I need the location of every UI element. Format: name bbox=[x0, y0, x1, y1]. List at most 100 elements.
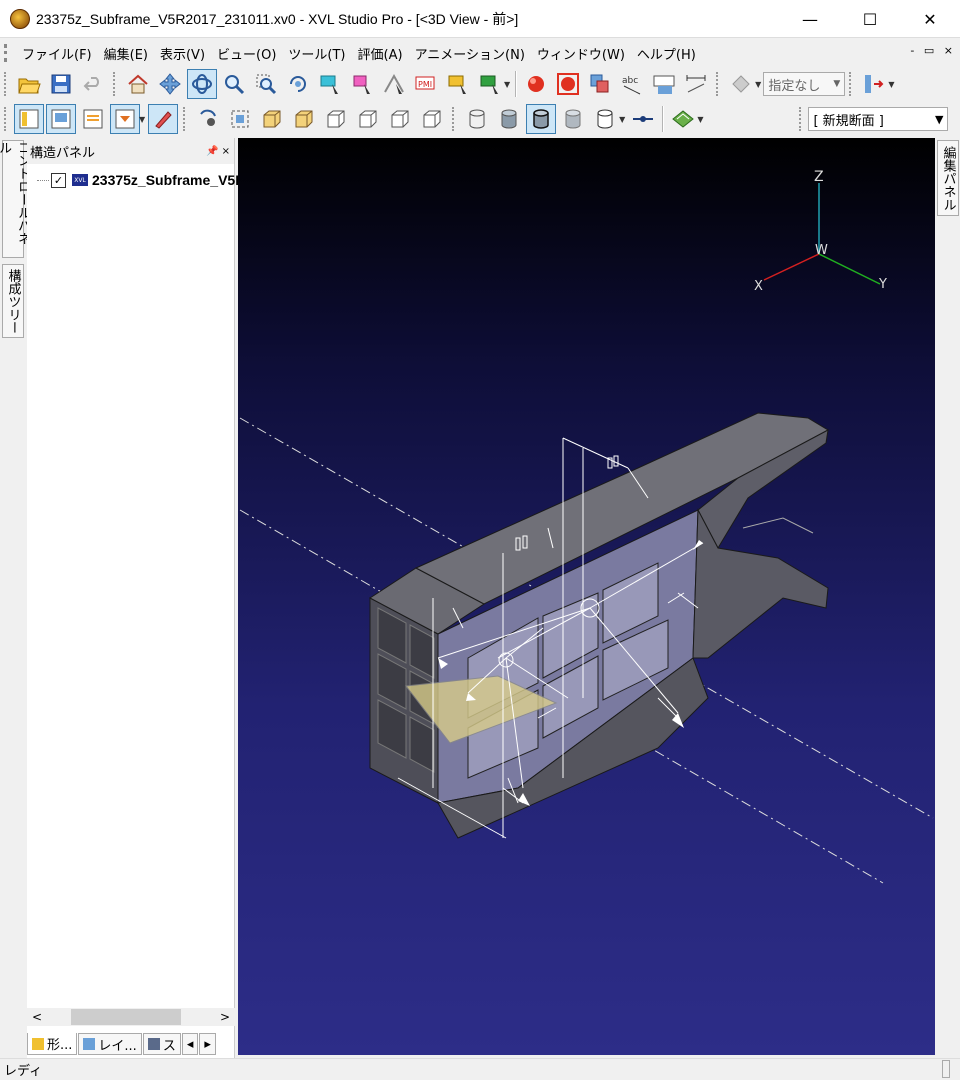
annotation-icon[interactable] bbox=[649, 69, 679, 99]
select-edge-icon[interactable] bbox=[379, 69, 409, 99]
open-folder-icon[interactable] bbox=[14, 69, 44, 99]
tab-shape[interactable]: 形... bbox=[27, 1033, 78, 1055]
3d-viewport[interactable]: Z W X Y bbox=[238, 138, 935, 1055]
section-combo-value: [ 新規断面 ] bbox=[813, 113, 884, 129]
structure-panel-toggle-icon[interactable] bbox=[14, 104, 44, 134]
scroll-right-icon[interactable]: > bbox=[215, 1010, 235, 1024]
toolbar-grip[interactable] bbox=[799, 107, 805, 131]
menu-edit[interactable]: 編集(E) bbox=[98, 44, 154, 63]
menu-window[interactable]: ウィンドウ(W) bbox=[531, 44, 631, 63]
horizontal-scrollbar[interactable]: < > bbox=[27, 1008, 235, 1026]
check-icon: ✓ bbox=[53, 173, 64, 187]
tab-s[interactable]: ス bbox=[142, 1033, 181, 1055]
scroll-left-icon[interactable]: < bbox=[27, 1010, 47, 1024]
tree-item[interactable]: ✓ XVL 23375z_Subframe_V5I bbox=[37, 172, 239, 188]
toolbar-grip[interactable] bbox=[4, 107, 10, 131]
edit-panel-toggle-icon[interactable] bbox=[110, 104, 140, 134]
select-cyan-icon[interactable] bbox=[315, 69, 345, 99]
control-panel-tab[interactable]: コントロールパネル bbox=[0, 140, 30, 258]
zoom-window-icon[interactable] bbox=[251, 69, 281, 99]
structure-tree-tab[interactable]: 構成ツリー bbox=[2, 264, 24, 338]
menu-evaluate[interactable]: 評価(A) bbox=[352, 44, 409, 63]
menu-view-options[interactable]: ビュー(O) bbox=[211, 44, 282, 63]
chevron-down-icon[interactable]: ▼ bbox=[139, 115, 145, 124]
pmi-icon[interactable]: PMI bbox=[411, 69, 441, 99]
tab-scroll-right-icon[interactable]: ▸ bbox=[199, 1033, 216, 1055]
chevron-down-icon[interactable]: ▼ bbox=[697, 115, 703, 124]
panel-pin-close-controls[interactable]: 📌 × bbox=[206, 146, 230, 157]
hidden-line-cylinder-icon[interactable] bbox=[558, 104, 588, 134]
dimension-icon[interactable] bbox=[681, 69, 711, 99]
markup-pen-icon[interactable] bbox=[148, 104, 179, 134]
display-panel-toggle-icon[interactable] bbox=[46, 104, 76, 134]
red-sphere-icon[interactable] bbox=[521, 69, 551, 99]
shaded-edges-cylinder-icon[interactable] bbox=[526, 104, 557, 134]
view-top-cube-icon[interactable] bbox=[321, 104, 351, 134]
toolbar-separator bbox=[515, 71, 518, 97]
structure-panel: 構造パネル 📌 × ✓ XVL 23375z_Subframe_V5I < > … bbox=[27, 138, 239, 1058]
close-button[interactable]: ✕ bbox=[900, 0, 960, 38]
y-axis-label: Y bbox=[878, 277, 887, 292]
edit-panel-tab[interactable]: 編集パネル bbox=[937, 140, 959, 216]
chevron-down-icon[interactable]: ▼ bbox=[888, 80, 894, 89]
camera-spin-icon[interactable] bbox=[193, 104, 223, 134]
line-point-icon[interactable] bbox=[628, 104, 658, 134]
maximize-button[interactable]: ☐ bbox=[840, 0, 900, 38]
red-sphere-frame-icon[interactable] bbox=[553, 69, 583, 99]
tree-connector bbox=[37, 179, 49, 181]
menu-file[interactable]: ファイル(F) bbox=[16, 44, 98, 63]
tab-scroll-left-icon[interactable]: ◂ bbox=[181, 1033, 199, 1055]
section-combo[interactable]: [ 新規断面 ] ▼ bbox=[808, 107, 949, 131]
shaded-cylinder-icon[interactable] bbox=[494, 104, 524, 134]
menu-grip[interactable] bbox=[4, 44, 16, 62]
toolbar-grip[interactable] bbox=[113, 72, 119, 96]
rotate-view-icon[interactable] bbox=[187, 69, 217, 99]
menu-help[interactable]: ヘルプ(H) bbox=[631, 44, 702, 63]
view-back-cube-icon[interactable] bbox=[289, 104, 319, 134]
layer-panel-icon[interactable] bbox=[78, 104, 108, 134]
split-view-icon[interactable] bbox=[859, 69, 889, 99]
axis-triad: Z W X Y bbox=[754, 169, 887, 294]
toolbar-grip[interactable] bbox=[452, 107, 458, 131]
3d-scene[interactable]: Z W X Y bbox=[238, 138, 935, 1055]
outline-cylinder-icon[interactable] bbox=[590, 104, 620, 134]
toolbar-grip[interactable] bbox=[849, 72, 855, 96]
fit-all-icon[interactable] bbox=[225, 104, 255, 134]
menu-animation[interactable]: アニメーション(N) bbox=[409, 44, 531, 63]
save-icon[interactable] bbox=[46, 69, 76, 99]
view-bottom-cube-icon[interactable] bbox=[353, 104, 383, 134]
home-view-icon[interactable] bbox=[123, 69, 153, 99]
designation-combo[interactable]: 指定なし ▼ bbox=[763, 72, 846, 96]
tab-shape-label: 形... bbox=[47, 1038, 73, 1053]
note-abc-icon[interactable]: abc bbox=[617, 69, 647, 99]
minimize-button[interactable]: — bbox=[780, 0, 840, 38]
scrollbar-thumb[interactable] bbox=[71, 1009, 181, 1025]
mdi-window-controls[interactable]: - ▭ × bbox=[910, 44, 956, 57]
svg-text:abc: abc bbox=[622, 76, 638, 86]
select-pink-icon[interactable] bbox=[347, 69, 377, 99]
fit-view-icon[interactable] bbox=[283, 69, 313, 99]
paint-bucket-icon[interactable] bbox=[726, 69, 756, 99]
view-left-cube-icon[interactable] bbox=[385, 104, 415, 134]
undo-icon[interactable] bbox=[78, 69, 108, 99]
view-right-cube-icon[interactable] bbox=[417, 104, 447, 134]
zoom-icon[interactable] bbox=[219, 69, 249, 99]
menu-tools[interactable]: ツール(T) bbox=[282, 44, 351, 63]
wireframe-cylinder-icon[interactable] bbox=[462, 104, 492, 134]
section-plane-icon[interactable] bbox=[668, 104, 698, 134]
chevron-down-icon[interactable]: ▼ bbox=[619, 115, 625, 124]
tab-layer[interactable]: レイ... bbox=[78, 1033, 142, 1055]
pan-icon[interactable] bbox=[155, 69, 185, 99]
select-green-icon[interactable] bbox=[475, 69, 505, 99]
chevron-down-icon[interactable]: ▼ bbox=[755, 80, 761, 89]
toolbar-grip[interactable] bbox=[183, 107, 189, 131]
select-yellow-icon[interactable] bbox=[443, 69, 473, 99]
toolbar-grip[interactable] bbox=[716, 72, 722, 96]
toolbar-grip[interactable] bbox=[4, 72, 10, 96]
visibility-checkbox[interactable]: ✓ bbox=[51, 172, 66, 188]
view-front-cube-icon[interactable] bbox=[257, 104, 287, 134]
copy-transform-icon[interactable] bbox=[585, 69, 615, 99]
model-edge bbox=[742, 517, 814, 534]
menu-view[interactable]: 表示(V) bbox=[154, 44, 211, 63]
chevron-down-icon[interactable]: ▼ bbox=[504, 80, 510, 89]
